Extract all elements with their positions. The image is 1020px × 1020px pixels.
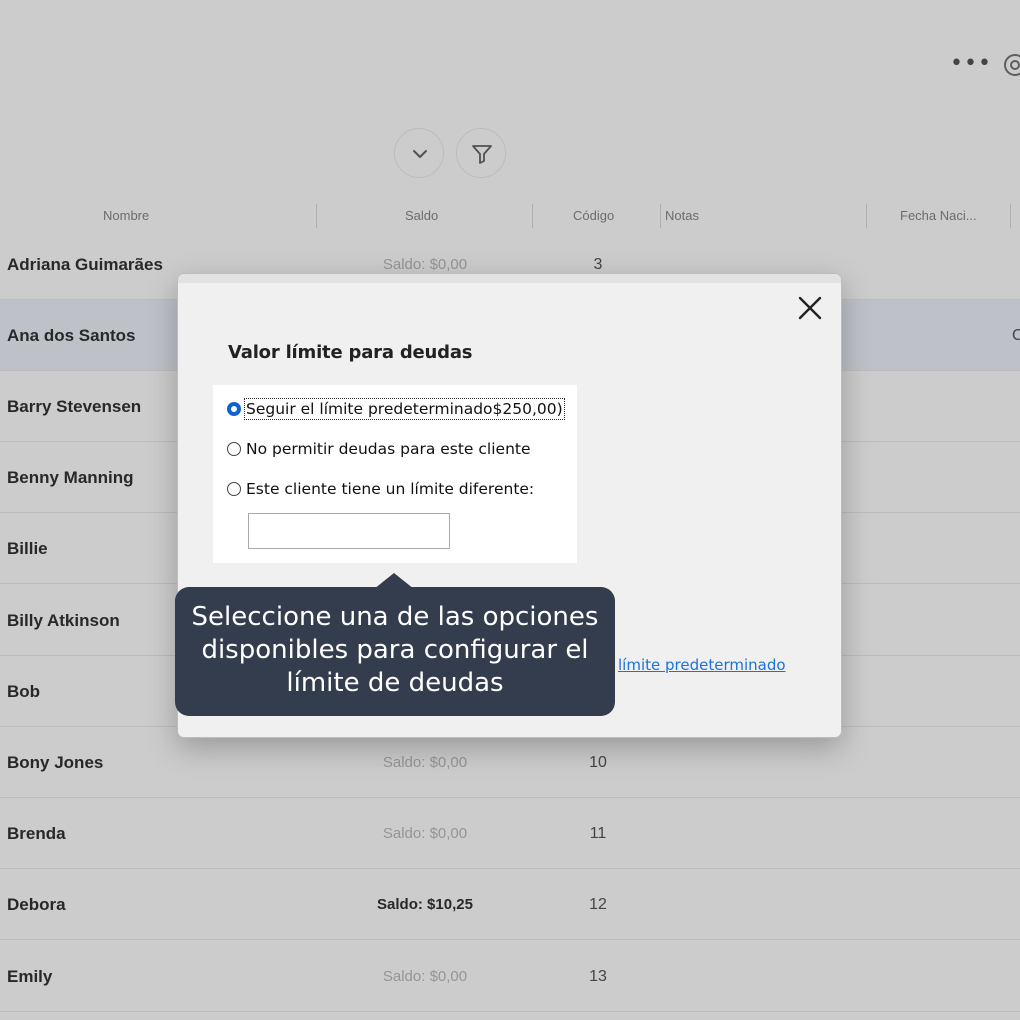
radio-checked-icon[interactable] xyxy=(227,402,241,416)
help-tooltip: Seleccione una de las opciones disponibl… xyxy=(175,587,615,716)
close-button[interactable] xyxy=(796,294,824,322)
follow-default-limit-option[interactable]: Seguir el límite predeterminado$250,00) xyxy=(227,397,565,421)
option-label: Seguir el límite predeterminado$250,00) xyxy=(244,398,565,420)
dialog-title: Valor límite para deudas xyxy=(228,342,473,363)
close-icon xyxy=(798,296,822,320)
tooltip-text: Seleccione una de las opciones disponibl… xyxy=(191,602,599,698)
default-limit-link[interactable]: límite predeterminado xyxy=(618,656,786,674)
custom-limit-field[interactable] xyxy=(248,513,450,549)
no-debt-allowed-option[interactable]: No permitir deudas para este cliente xyxy=(227,437,531,461)
option-label: No permitir deudas para este cliente xyxy=(246,440,531,458)
radio-unchecked-icon[interactable] xyxy=(227,482,241,496)
custom-limit-option[interactable]: Este cliente tiene un límite diferente: xyxy=(227,477,534,501)
option-label: Este cliente tiene un límite diferente: xyxy=(246,480,535,498)
debt-limit-options: Seguir el límite predeterminado$250,00) … xyxy=(213,385,577,563)
dialog-header-bar xyxy=(178,274,841,283)
radio-unchecked-icon[interactable] xyxy=(227,442,241,456)
